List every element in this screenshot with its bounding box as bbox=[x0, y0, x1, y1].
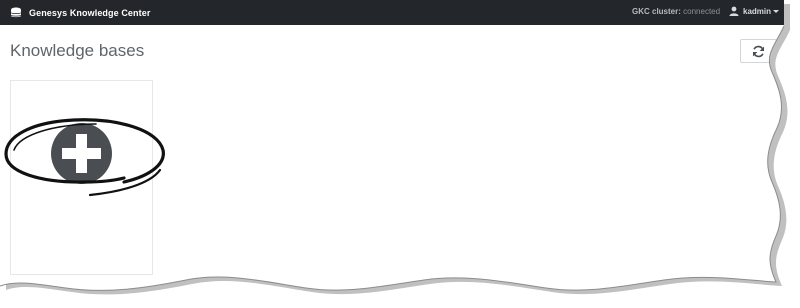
screenshot-stage: Genesys Knowledge Center GKC cluster: co… bbox=[0, 0, 800, 308]
caret-down-icon bbox=[773, 10, 779, 13]
refresh-icon bbox=[752, 45, 765, 58]
cluster-status: GKC cluster: connected bbox=[632, 7, 720, 16]
app-window: Genesys Knowledge Center GKC cluster: co… bbox=[0, 0, 800, 308]
brand[interactable]: Genesys Knowledge Center bbox=[9, 6, 150, 20]
top-navbar: Genesys Knowledge Center GKC cluster: co… bbox=[0, 0, 800, 25]
brand-label: Genesys Knowledge Center bbox=[29, 8, 151, 18]
plus-circle-icon-bar bbox=[62, 148, 101, 159]
user-menu[interactable]: kadmin bbox=[729, 6, 779, 16]
user-name: kadmin bbox=[743, 6, 772, 16]
cluster-status-value: connected bbox=[683, 7, 721, 16]
user-icon bbox=[729, 6, 739, 16]
database-icon bbox=[9, 7, 23, 19]
add-knowledge-base-button[interactable] bbox=[51, 123, 112, 184]
page-title: Knowledge bases bbox=[10, 41, 145, 60]
cluster-status-label: GKC cluster: bbox=[632, 7, 681, 16]
